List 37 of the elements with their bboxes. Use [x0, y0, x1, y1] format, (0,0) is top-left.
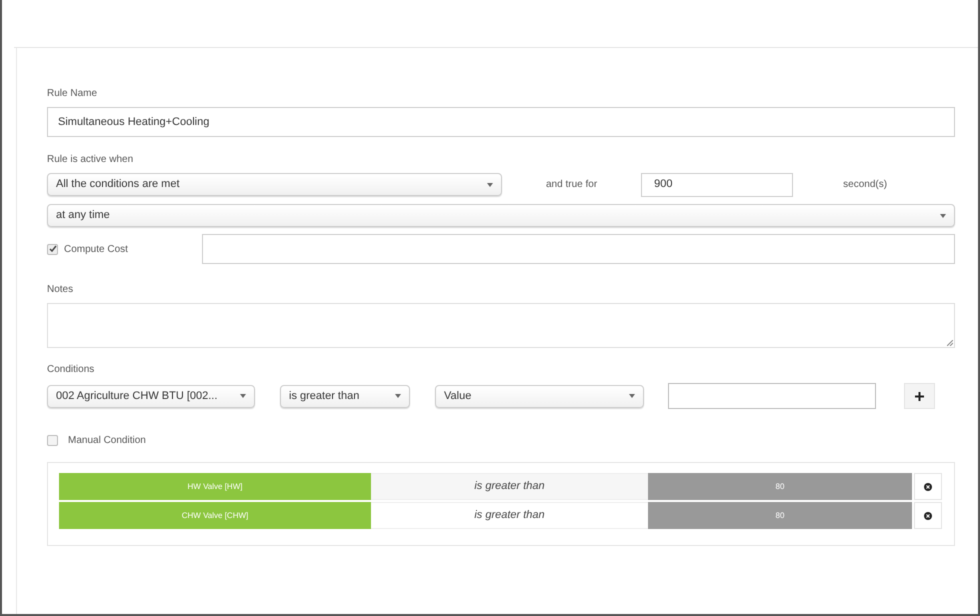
point-cell: HW Valve [HW] — [59, 473, 371, 500]
caret-icon — [487, 182, 493, 186]
checkbox-label: Compute Cost — [64, 242, 128, 256]
field-label: Conditions — [47, 363, 96, 377]
caret-icon — [240, 394, 246, 398]
caret-icon — [395, 394, 401, 398]
text-field[interactable]: 900 — [641, 172, 794, 196]
remove-icon — [924, 512, 932, 520]
plus-icon — [915, 392, 924, 400]
operator-cell: is greater than — [371, 473, 648, 500]
checkbox-label: Manual Condition — [68, 434, 146, 448]
field-label: Rule Name — [47, 87, 98, 101]
field-label: and true for — [546, 178, 598, 192]
resize-handle-icon[interactable] — [947, 340, 953, 346]
remove-icon — [924, 482, 932, 490]
field-label: Rule is active when — [47, 153, 134, 167]
operator-cell: is greater than — [371, 502, 648, 529]
caret-icon — [940, 214, 946, 218]
field-label: Notes — [47, 283, 74, 297]
dropdown[interactable]: at any time — [47, 204, 955, 227]
text-field[interactable] — [668, 383, 876, 409]
dropdown[interactable]: 002 Agriculture CHW BTU [002... — [47, 384, 255, 408]
dropdown[interactable]: Value — [435, 384, 644, 408]
remove-button[interactable] — [914, 473, 942, 500]
add-button[interactable] — [904, 383, 935, 409]
unit-label: second(s) — [843, 178, 888, 192]
caret-icon — [629, 394, 635, 398]
text-field[interactable] — [202, 234, 955, 264]
value-cell: 80 — [648, 502, 912, 529]
dropdown[interactable]: is greater than — [280, 384, 410, 408]
value-cell: 80 — [648, 473, 912, 500]
checkbox[interactable] — [47, 244, 58, 254]
dropdown[interactable]: All the conditions are met — [47, 173, 502, 196]
point-cell: CHW Valve [CHW] — [59, 502, 371, 529]
remove-button[interactable] — [914, 502, 942, 529]
text-field[interactable]: Simultaneous Heating+Cooling — [47, 107, 955, 137]
checkbox[interactable] — [47, 435, 58, 446]
